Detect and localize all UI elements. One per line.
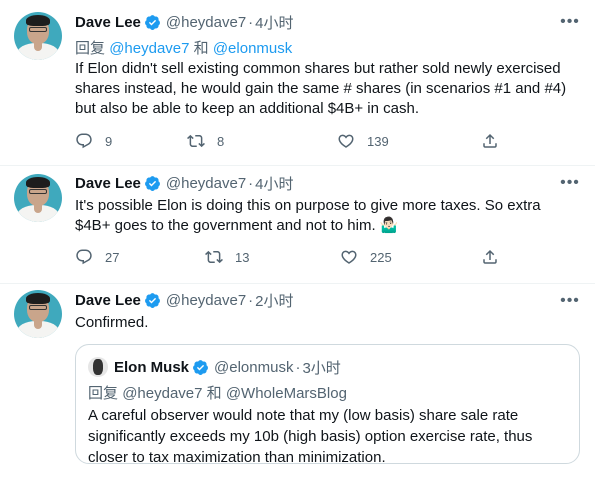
like-button[interactable]: 225 [340,247,392,267]
avatar[interactable] [14,290,62,338]
separator-dot: · [248,291,254,309]
tweet-header: Dave Lee @heydave7 · 4小时 [75,173,294,193]
mention-link[interactable]: @heydave7 [109,40,189,57]
verified-badge-icon [144,292,160,308]
retweet-button[interactable]: 8 [187,131,224,151]
retweet-count: 8 [217,133,225,149]
tweet-text: If Elon didn't sell existing common shar… [75,60,567,117]
more-horizontal-icon[interactable]: ••• [560,13,579,31]
separator-dot: · [248,13,254,31]
separator-dot: · [248,174,254,192]
avatar[interactable] [14,174,62,222]
like-button[interactable]: 139 [337,131,389,151]
timestamp[interactable]: 2小时 [255,290,293,311]
tweet-actions: 27 13 225 [75,247,505,267]
timestamp[interactable]: 4小时 [255,173,293,194]
like-icon [338,134,354,148]
reply-and: 和 [206,385,222,402]
reply-mention: @WholeMarsBlog [225,385,347,402]
more-horizontal-icon[interactable]: ••• [560,292,579,310]
quote-author-handle: @elonmusk [214,358,294,376]
verified-badge-icon [144,175,160,191]
like-count: 225 [370,249,392,265]
quote-header: Elon Musk @elonmusk · 3小时 [88,357,341,377]
share-button[interactable] [481,131,511,151]
tweet-2[interactable]: Dave Lee @heydave7 · 4小时 ••• It's possib… [0,166,595,284]
quote-reply-context: 回复 @heydave7 和 @WholeMarsBlog [88,382,347,403]
reply-button[interactable]: 9 [75,131,112,151]
quote-author-name: Elon Musk [114,358,190,376]
reply-count: 27 [105,249,120,265]
quote-avatar[interactable] [88,357,108,377]
reply-mention: @heydave7 [122,385,203,402]
tweet-header: Dave Lee @heydave7 · 2小时 [75,290,294,310]
retweet-count: 13 [235,249,250,265]
timestamp[interactable]: 4小时 [255,12,293,33]
reply-prefix: 回复 [88,385,119,402]
tweet-3[interactable]: Dave Lee @heydave7 · 2小时 ••• Confirmed. … [0,284,595,485]
author-handle[interactable]: @heydave7 [166,292,246,309]
retweet-icon [187,134,205,148]
reply-icon [76,249,92,265]
reply-and: 和 [193,40,209,57]
author-name[interactable]: Dave Lee [75,292,141,309]
verified-badge-icon [193,359,208,375]
reply-prefix: 回复 [75,40,106,57]
verified-badge-icon [144,14,160,30]
share-icon [483,249,497,264]
tweet-1[interactable]: Dave Lee @heydave7 · 4小时 ••• 回复 @heydave… [0,0,595,166]
mention-link[interactable]: @elonmusk [213,40,292,57]
reply-count: 9 [105,133,113,149]
author-name[interactable]: Dave Lee [75,14,141,31]
author-handle[interactable]: @heydave7 [166,175,246,192]
separator-dot: · [295,358,301,376]
avatar[interactable] [14,12,62,60]
quoted-tweet[interactable]: Elon Musk @elonmusk · 3小时 回复 @heydave7 和… [75,344,580,466]
tweet-actions: 9 8 139 [75,131,505,151]
author-handle[interactable]: @heydave7 [166,14,246,31]
author-name[interactable]: Dave Lee [75,175,141,192]
tweet-header: Dave Lee @heydave7 · 4小时 [75,12,294,32]
quote-text: A careful observer would note that my (l… [88,407,533,466]
tweet-text: It's possible Elon is doing this on purp… [75,197,541,234]
retweet-button[interactable]: 13 [205,247,249,267]
retweet-icon [205,250,223,264]
quote-timestamp: 3小时 [302,359,341,377]
like-count: 139 [367,133,389,149]
more-horizontal-icon[interactable]: ••• [560,174,579,192]
reply-button[interactable]: 27 [75,247,119,267]
reply-context: 回复 @heydave7 和 @elonmusk [75,37,292,58]
like-icon [341,250,357,264]
share-button[interactable] [481,247,511,267]
reply-icon [76,133,92,149]
share-icon [483,133,497,148]
tweet-text: Confirmed. [75,314,149,331]
